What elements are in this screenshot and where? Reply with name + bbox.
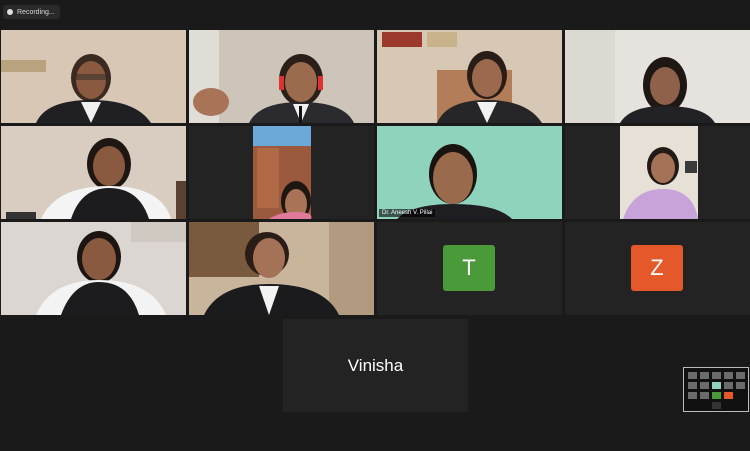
- recording-label: Recording...: [17, 8, 55, 16]
- participant-video: [253, 126, 312, 219]
- thumbnail-cell: [712, 372, 721, 379]
- thumbnail-cell: [700, 382, 709, 389]
- participant-video-tile[interactable]: [189, 126, 374, 219]
- thumbnail-cell: [712, 382, 721, 389]
- thumbnail-cell: [724, 392, 733, 399]
- avatar: Z: [631, 245, 683, 291]
- thumbnail-cell: [688, 392, 697, 399]
- thumbnail-cell: [712, 392, 721, 399]
- participant-video: [1, 126, 186, 219]
- meeting-gallery-view: Recording... Dr. Aneesh V. Pillai T Z Vi…: [0, 0, 750, 451]
- participant-video-tile[interactable]: [565, 126, 750, 219]
- participant-video-tile[interactable]: [189, 222, 374, 315]
- recording-indicator[interactable]: Recording...: [3, 5, 60, 19]
- gallery-thumbnail-preview[interactable]: [683, 367, 749, 412]
- avatar-initial: Z: [650, 255, 664, 280]
- participant-video: [565, 30, 750, 123]
- thumbnail-cell: [724, 382, 733, 389]
- thumbnail-cell: [688, 382, 697, 389]
- participant-name-tile[interactable]: Vinisha: [283, 319, 468, 412]
- thumbnail-cell: [736, 382, 745, 389]
- participant-video: [189, 222, 374, 315]
- thumbnail-cell: [724, 372, 733, 379]
- participant-video-tile[interactable]: [377, 30, 562, 123]
- thumbnail-cell: [688, 372, 697, 379]
- thumbnail-cell: [700, 372, 709, 379]
- participant-video-tile[interactable]: [1, 222, 186, 315]
- participant-name-label: Vinisha: [347, 355, 404, 375]
- thumbnail-cell: [736, 372, 745, 379]
- participant-video: [377, 126, 562, 219]
- recording-icon: [7, 9, 13, 15]
- participant-video: [189, 30, 374, 123]
- participant-video: [1, 222, 186, 315]
- participant-video-tile[interactable]: [1, 126, 186, 219]
- participant-video-tile[interactable]: [1, 30, 186, 123]
- participant-avatar-tile[interactable]: T: [377, 222, 562, 315]
- avatar-initial: T: [462, 255, 476, 280]
- thumbnail-cell: [700, 392, 709, 399]
- participant-video-tile[interactable]: [565, 30, 750, 123]
- thumbnail-cell: [712, 402, 721, 409]
- participant-name-label: Dr. Aneesh V. Pillai: [379, 209, 436, 217]
- active-speaker-tile[interactable]: Dr. Aneesh V. Pillai: [377, 126, 562, 219]
- avatar: T: [443, 245, 495, 291]
- participant-avatar-tile[interactable]: Z: [565, 222, 750, 315]
- participant-video-tile[interactable]: [189, 30, 374, 123]
- participant-video: [1, 30, 186, 123]
- participant-video: [377, 30, 562, 123]
- participant-video: [620, 126, 698, 219]
